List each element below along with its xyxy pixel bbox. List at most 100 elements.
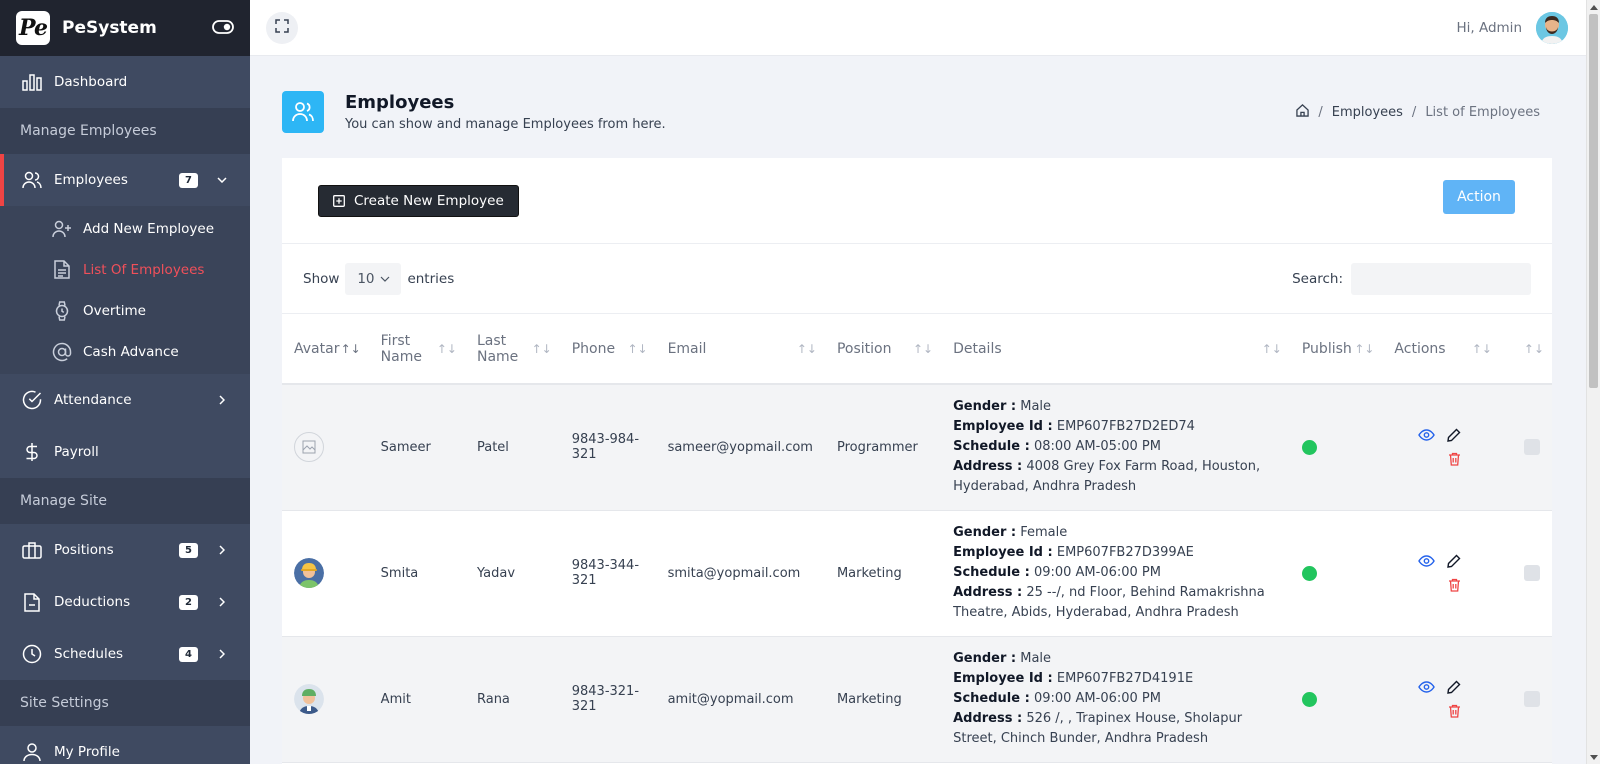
row-checkbox[interactable]: [1523, 565, 1540, 581]
sidebar-item-my-profile[interactable]: My Profile: [0, 726, 250, 764]
eye-icon[interactable]: [1412, 549, 1440, 573]
edit-icon[interactable]: [1440, 423, 1468, 447]
chevron-right-icon: [216, 395, 228, 405]
brand-name[interactable]: PeSystem: [62, 18, 157, 38]
column-header-email[interactable]: Email ↑↓: [655, 314, 825, 385]
card-toolbar: Create New Employee Action: [282, 158, 1552, 244]
column-header-publish[interactable]: Publish ↑↓: [1289, 314, 1383, 385]
scroll-up-icon[interactable]: [1589, 2, 1599, 12]
briefcase-icon: [22, 540, 42, 560]
trash-icon[interactable]: [1440, 447, 1468, 471]
entries-select[interactable]: 10: [345, 262, 402, 295]
sort-icon: ↑↓: [796, 341, 817, 356]
column-header-phone[interactable]: Phone ↑↓: [559, 314, 656, 385]
cell-details: Gender : Female Employee Id : EMP607FB27…: [941, 510, 1290, 637]
sidebar-item-schedules[interactable]: Schedules 4: [0, 628, 250, 680]
sidebar-item-payroll[interactable]: Payroll: [0, 426, 250, 478]
edit-icon[interactable]: [1440, 675, 1468, 699]
cell-first-name: Smita: [368, 510, 465, 637]
publish-status-dot[interactable]: [1301, 439, 1317, 455]
table-row: Amit Rana 9843-321-321 amit@yopmail.com …: [282, 636, 1552, 763]
column-header-details[interactable]: Details ↑↓: [941, 314, 1290, 385]
create-employee-label: Create New Employee: [354, 193, 504, 209]
scroll-thumb[interactable]: [1589, 14, 1598, 388]
sidebar-subitem-label: Add New Employee: [83, 220, 215, 237]
sort-icon: ↑↓: [1523, 341, 1544, 356]
entries-label: entries: [407, 270, 455, 287]
sidebar-item-employees[interactable]: Employees 7: [0, 154, 250, 206]
avatar[interactable]: [1536, 11, 1568, 44]
breadcrumb-separator: /: [1318, 104, 1323, 120]
section-manage-site: Manage Site: [0, 478, 250, 524]
sidebar-item-attendance[interactable]: Attendance: [0, 374, 250, 426]
employees-card: Create New Employee Action Show 10 entri…: [282, 158, 1552, 764]
clock-icon: [22, 644, 42, 664]
table-controls: Show 10 entries Search:: [282, 244, 1552, 314]
sidebar-item-label: Schedules: [54, 646, 124, 662]
show-label: Show: [303, 270, 340, 287]
chevron-right-icon: [216, 649, 228, 659]
plus-square-icon: [333, 195, 345, 207]
toggle-icon[interactable]: [212, 19, 234, 38]
create-employee-button[interactable]: Create New Employee: [318, 185, 519, 217]
avatar: [294, 432, 324, 463]
avatar: [294, 558, 324, 588]
user-plus-icon: [52, 219, 72, 239]
column-header-actions[interactable]: Actions ↑↓: [1382, 314, 1500, 385]
sidebar-item-positions[interactable]: Positions 5: [0, 524, 250, 576]
cell-details: Gender : Male Employee Id : EMP607FB27D4…: [941, 636, 1290, 763]
count-badge: 7: [179, 172, 198, 188]
cell-phone: 9843-984-321: [559, 384, 656, 511]
entries-value: 10: [357, 270, 375, 287]
trash-icon[interactable]: [1440, 699, 1468, 723]
home-icon[interactable]: [1296, 103, 1310, 121]
sidebar-subitem-label: Overtime: [83, 302, 146, 319]
sidebar-subitem-list-employees[interactable]: List Of Employees: [0, 249, 250, 290]
breadcrumb-employees[interactable]: Employees: [1332, 105, 1403, 120]
cell-last-name: Rana: [464, 636, 560, 763]
sidebar-item-dashboard[interactable]: Dashboard: [0, 56, 250, 108]
sidebar-subitem-label: List Of Employees: [83, 261, 205, 278]
sidebar-subitem-overtime[interactable]: Overtime: [0, 290, 250, 331]
trash-icon[interactable]: [1440, 573, 1468, 597]
row-checkbox[interactable]: [1523, 691, 1540, 707]
brand-logo[interactable]: Pe: [16, 11, 50, 45]
scroll-down-icon[interactable]: [1589, 752, 1599, 762]
sidebar-subitem-add-employee[interactable]: Add New Employee: [0, 208, 250, 249]
count-badge: 5: [179, 542, 198, 558]
sidebar-item-label: Deductions: [54, 594, 131, 610]
brand-bar: Pe PeSystem: [0, 0, 250, 56]
eye-icon[interactable]: [1412, 423, 1440, 447]
user-icon: [22, 742, 42, 762]
publish-status-dot[interactable]: [1301, 565, 1317, 581]
row-checkbox[interactable]: [1523, 439, 1540, 456]
action-button[interactable]: Action: [1443, 180, 1515, 214]
column-header-position[interactable]: Position ↑↓: [824, 314, 942, 385]
publish-status-dot[interactable]: [1301, 691, 1317, 707]
avatar: [294, 684, 324, 714]
sidebar-item-deductions[interactable]: Deductions 2: [0, 576, 250, 628]
expand-icon: [275, 18, 289, 37]
column-header-last-name[interactable]: Last Name ↑↓: [464, 314, 560, 385]
edit-icon[interactable]: [1440, 549, 1468, 573]
fullscreen-button[interactable]: [266, 11, 298, 44]
sidebar-item-label: Employees: [54, 172, 128, 188]
cell-first-name: Sameer: [368, 384, 465, 511]
sort-icon: ↑↓: [531, 341, 552, 356]
column-header-first-name[interactable]: First Name ↑↓: [368, 314, 465, 385]
breadcrumb: / Employees / List of Employees: [1296, 103, 1546, 121]
cell-phone: 9843-344-321: [559, 510, 656, 637]
eye-icon[interactable]: [1412, 675, 1440, 699]
greeting-text: Hi, Admin: [1456, 19, 1522, 36]
sidebar-subitem-cash-advance[interactable]: Cash Advance: [0, 331, 250, 372]
users-icon: [22, 170, 42, 190]
column-header-avatar[interactable]: Avatar ↑↓: [282, 314, 369, 385]
page-scrollbar[interactable]: [1586, 0, 1600, 764]
column-header-select[interactable]: ↑↓: [1499, 314, 1552, 385]
watch-icon: [52, 300, 72, 321]
search-input[interactable]: [1351, 262, 1531, 295]
sidebar-item-label: Payroll: [54, 444, 99, 460]
breadcrumb-current: List of Employees: [1425, 104, 1540, 120]
employees-submenu: Add New Employee List Of Employees Overt…: [0, 206, 250, 374]
dollar-icon: [22, 442, 42, 462]
